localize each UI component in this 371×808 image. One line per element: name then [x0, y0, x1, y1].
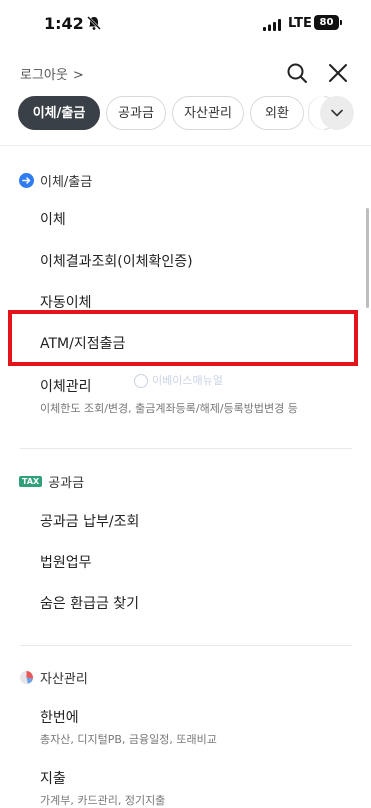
logout-link[interactable]: 로그아웃 > — [20, 64, 84, 83]
tabs-expand-button[interactable] — [320, 96, 354, 130]
section-utility-header: TAX 공과금 — [19, 472, 84, 491]
watermark-text: 이베이스매뉴얼 — [152, 374, 223, 387]
transfer-manage-desc: 이체한도 조회/변경, 출금계좌등록/해제/등록방법변경 등 — [40, 402, 298, 415]
menu-item-transfer-results[interactable]: 이체결과조회(이체확인증) — [40, 251, 193, 271]
menu-item-hidden-refund[interactable]: 숨은 환급금 찾기 — [40, 593, 139, 613]
menu-item-hanbeon[interactable]: 한번에 — [40, 707, 79, 727]
section-divider — [20, 448, 352, 449]
watermark: 이베이스매뉴얼 — [134, 372, 223, 388]
section-transfer-header: 이체/출금 — [19, 171, 92, 190]
signal-icon — [263, 19, 281, 31]
menu-item-court-affairs[interactable]: 법원업무 — [40, 552, 92, 572]
menu-item-utility-payment[interactable]: 공과금 납부/조회 — [40, 511, 139, 531]
pie-chart-icon — [20, 671, 33, 684]
watermark-logo-icon — [134, 374, 148, 388]
tab-assets[interactable]: 자산관리 — [172, 96, 244, 130]
tab-forex[interactable]: 외환 — [250, 96, 304, 130]
network-type: LTE — [288, 16, 312, 31]
divider — [0, 145, 371, 146]
menu-header: 로그아웃 > — [0, 58, 371, 88]
battery-icon: 80 — [314, 15, 342, 30]
scrollbar[interactable] — [366, 208, 369, 308]
section-transfer-title: 이체/출금 — [40, 175, 93, 190]
hanbeon-desc: 총자산, 디지털PB, 금융일정, 또래비교 — [40, 733, 217, 746]
section-assets-header: 자산관리 — [19, 668, 88, 687]
chevron-right-icon: > — [72, 68, 84, 83]
chevron-down-icon — [331, 109, 343, 117]
menu-item-spending[interactable]: 지출 — [40, 768, 66, 788]
tax-icon: TAX — [19, 476, 43, 487]
status-time: 1:42 — [44, 14, 84, 33]
section-utility-title: 공과금 — [48, 476, 85, 491]
search-icon[interactable] — [285, 61, 309, 85]
logout-label: 로그아웃 — [20, 68, 68, 83]
highlight-box — [8, 310, 358, 366]
status-bar: 1:42 LTE 80 — [0, 0, 371, 48]
spending-desc: 가계부, 카드관리, 정기지출 — [40, 794, 166, 807]
menu-item-transfer-manage[interactable]: 이체관리 — [40, 376, 92, 396]
section-assets-title: 자산관리 — [40, 672, 88, 687]
menu-item-auto-transfer[interactable]: 자동이체 — [40, 292, 92, 312]
close-icon[interactable] — [326, 61, 350, 85]
tab-transfer[interactable]: 이체/출금 — [18, 96, 100, 130]
section-divider — [20, 645, 352, 646]
tab-utility[interactable]: 공과금 — [106, 96, 166, 130]
menu-item-transfer[interactable]: 이체 — [40, 209, 66, 229]
bell-muted-icon — [87, 16, 101, 30]
arrow-right-circle-icon — [19, 173, 34, 188]
